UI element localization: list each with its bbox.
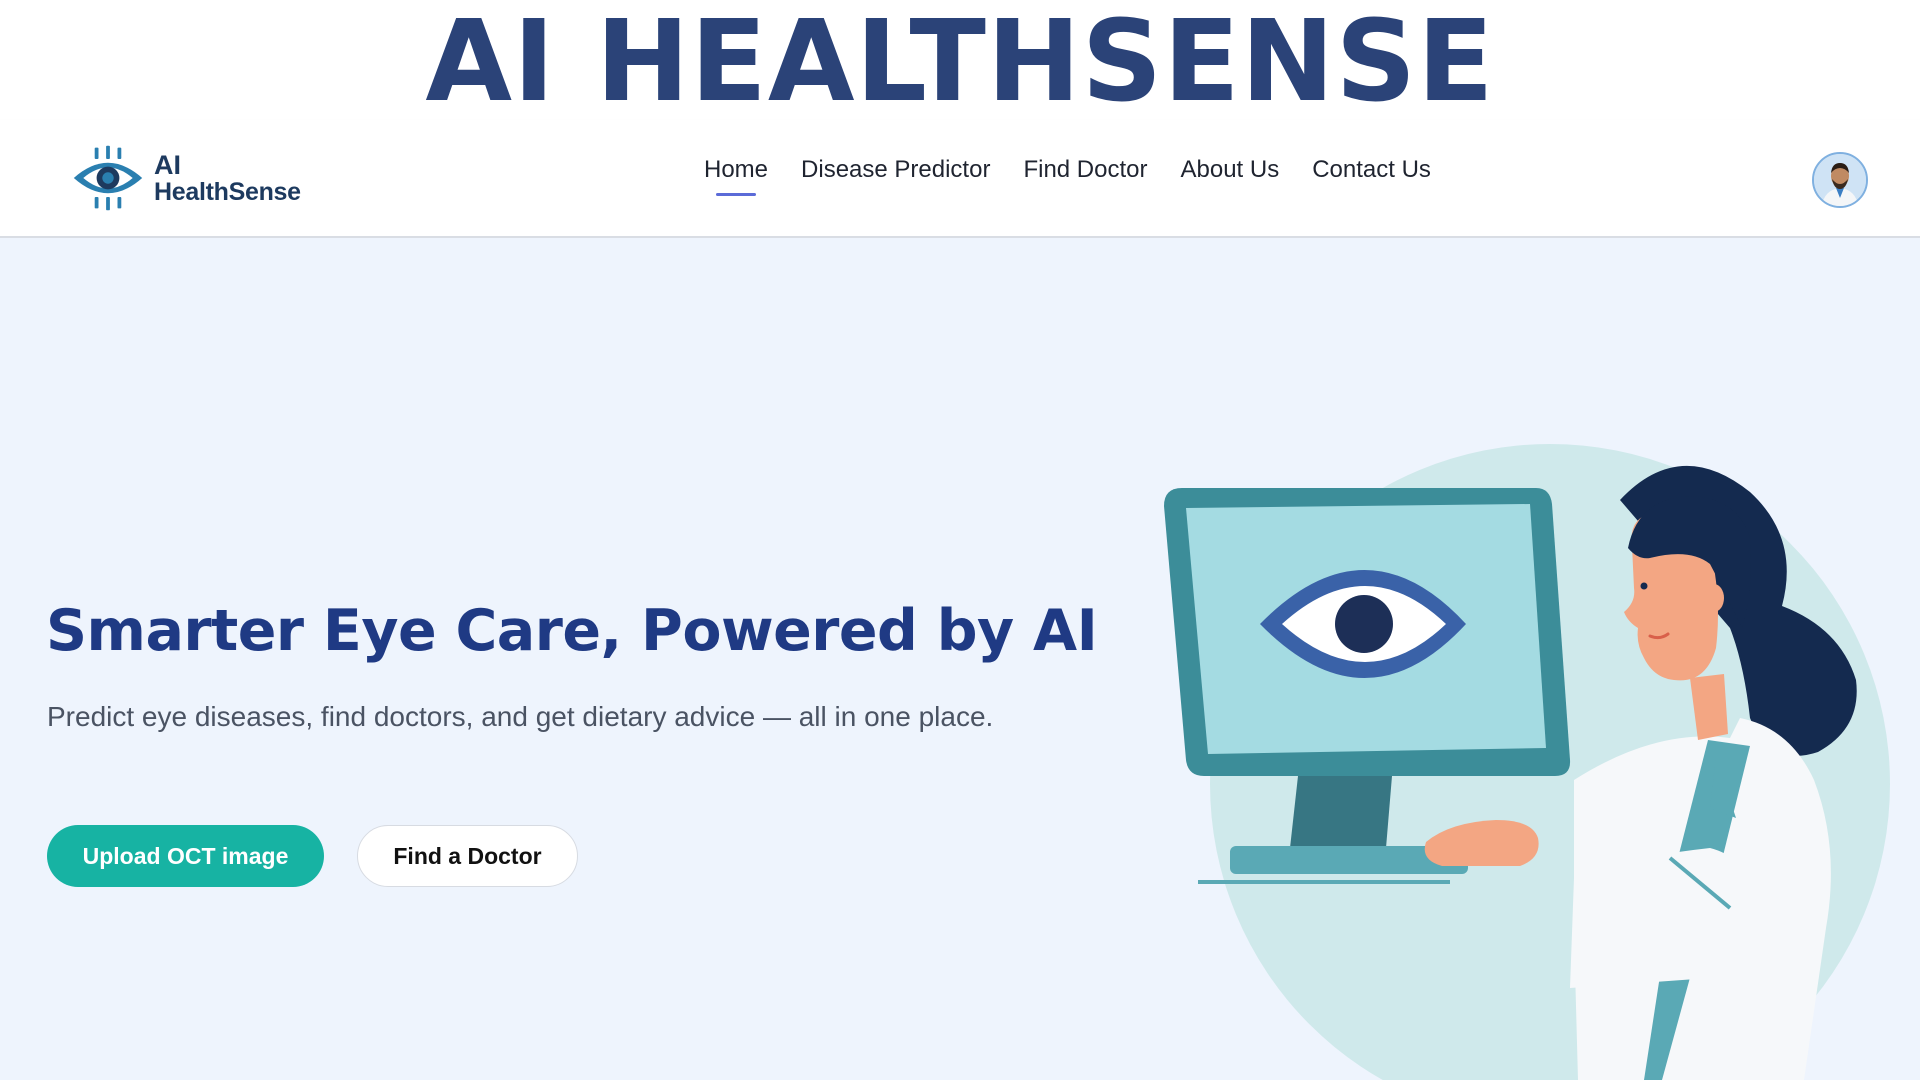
doctor-at-monitor-illustration [1150,388,1920,1080]
upload-oct-image-button[interactable]: Upload OCT image [47,825,324,887]
banner: AI HEALTHSENSE [0,0,1920,120]
illustration-graphic [1164,444,1890,1080]
banner-title: AI HEALTHSENSE [425,0,1495,127]
eye-chip-icon [73,145,143,211]
user-avatar-icon [1814,154,1866,206]
hero-subtitle: Predict eye diseases, find doctors, and … [47,701,994,732]
nav-link-find-doctor[interactable]: Find Doctor [1023,156,1147,196]
nav-link-home[interactable]: Home [704,156,768,196]
top-navbar: AI HealthSense Home Disease Predictor Fi… [0,120,1920,238]
brand-logo[interactable]: AI HealthSense [70,142,301,214]
find-a-doctor-button[interactable]: Find a Doctor [357,825,578,887]
nav-link-contact-us[interactable]: Contact Us [1312,156,1431,196]
brand-name-line1: AI [154,149,181,180]
nav-link-about-us[interactable]: About Us [1181,156,1280,196]
brand-name-line2: HealthSense [154,178,301,207]
hero-title: Smarter Eye Care, Powered by AI [46,598,1098,664]
nav-link-disease-predictor[interactable]: Disease Predictor [801,156,990,196]
brand-name: AI HealthSense [154,149,301,207]
hero-section: Smarter Eye Care, Powered by AI Predict … [0,238,1920,1080]
user-avatar[interactable] [1812,152,1868,208]
nav-links: Home Disease Predictor Find Doctor About… [704,156,1431,196]
